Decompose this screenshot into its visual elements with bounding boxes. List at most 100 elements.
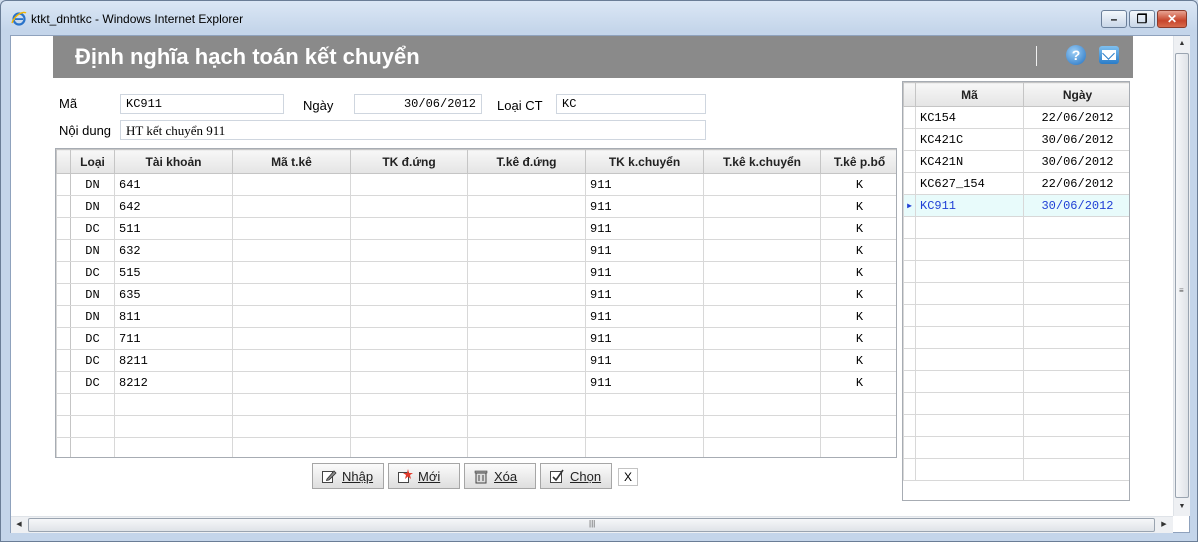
table-cell[interactable]: K: [820, 283, 896, 306]
table-cell[interactable]: [232, 371, 351, 394]
list-cell[interactable]: [1023, 238, 1129, 261]
table-cell[interactable]: 515: [114, 261, 233, 284]
help-icon[interactable]: ?: [1066, 45, 1086, 65]
table-cell[interactable]: 911: [585, 195, 704, 218]
list-item[interactable]: [903, 304, 1129, 327]
loaict-field[interactable]: KC: [556, 94, 706, 114]
list-cell[interactable]: [915, 260, 1024, 283]
row-selector[interactable]: [903, 106, 916, 129]
table-cell[interactable]: [70, 415, 115, 438]
list-item[interactable]: [903, 260, 1129, 283]
table-cell[interactable]: DC: [70, 327, 115, 350]
list-cell[interactable]: [903, 436, 916, 459]
table-row[interactable]: [56, 393, 896, 416]
list-cell[interactable]: [915, 238, 1024, 261]
list-cell[interactable]: [1023, 326, 1129, 349]
list-column-header[interactable]: Ngày: [1023, 82, 1129, 107]
table-cell[interactable]: 911: [585, 173, 704, 196]
table-cell[interactable]: 811: [114, 305, 233, 328]
table-cell[interactable]: [232, 349, 351, 372]
table-cell[interactable]: [114, 437, 233, 457]
table-cell[interactable]: [820, 437, 896, 457]
table-cell[interactable]: [350, 437, 468, 457]
table-cell[interactable]: [703, 327, 821, 350]
table-cell[interactable]: [114, 415, 233, 438]
table-cell[interactable]: K: [820, 261, 896, 284]
table-cell[interactable]: [585, 415, 704, 438]
column-header[interactable]: Loại: [70, 149, 115, 174]
list-cell[interactable]: [903, 414, 916, 437]
list-cell[interactable]: [915, 458, 1024, 481]
list-item[interactable]: KC154 22/06/2012: [903, 106, 1129, 129]
list-cell[interactable]: [915, 414, 1024, 437]
list-cell[interactable]: [1023, 414, 1129, 437]
list-cell[interactable]: [1023, 370, 1129, 393]
table-cell[interactable]: K: [820, 327, 896, 350]
list-cell[interactable]: [915, 436, 1024, 459]
list-cell[interactable]: [915, 348, 1024, 371]
table-cell[interactable]: [703, 415, 821, 438]
table-cell[interactable]: K: [820, 305, 896, 328]
table-cell[interactable]: [350, 327, 468, 350]
table-cell[interactable]: [350, 305, 468, 328]
list-cell[interactable]: [915, 326, 1024, 349]
table-cell[interactable]: [820, 393, 896, 416]
table-row[interactable]: DN 811 911 K: [56, 305, 896, 328]
list-cell[interactable]: [1023, 260, 1129, 283]
mail-icon[interactable]: [1099, 46, 1119, 64]
table-cell[interactable]: [232, 437, 351, 457]
list-column-header[interactable]: Mã: [915, 82, 1024, 107]
table-cell[interactable]: [467, 195, 586, 218]
list-cell[interactable]: [903, 238, 916, 261]
list-cell[interactable]: [1023, 304, 1129, 327]
row-selector[interactable]: [56, 283, 71, 306]
table-cell[interactable]: 911: [585, 217, 704, 240]
table-cell[interactable]: DC: [70, 217, 115, 240]
restore-button[interactable]: ❐: [1129, 10, 1155, 28]
table-cell[interactable]: 911: [585, 283, 704, 306]
table-cell[interactable]: DC: [70, 261, 115, 284]
table-cell[interactable]: [232, 261, 351, 284]
table-cell[interactable]: 635: [114, 283, 233, 306]
list-cell[interactable]: [1023, 348, 1129, 371]
table-row[interactable]: DN 641 911 K: [56, 173, 896, 196]
table-cell[interactable]: [350, 283, 468, 306]
table-cell[interactable]: 8211: [114, 349, 233, 372]
table-cell[interactable]: 511: [114, 217, 233, 240]
voucher-list[interactable]: Mã Ngày KC154 22/06/2012 KC421C 30/06/2012 KC…: [902, 81, 1130, 501]
table-cell[interactable]: [703, 393, 821, 416]
table-cell[interactable]: [350, 415, 468, 438]
table-cell[interactable]: DN: [70, 239, 115, 262]
table-cell[interactable]: [232, 305, 351, 328]
table-cell[interactable]: 711: [114, 327, 233, 350]
table-cell[interactable]: [703, 195, 821, 218]
table-cell[interactable]: K: [820, 173, 896, 196]
row-selector[interactable]: [56, 195, 71, 218]
table-cell[interactable]: DN: [70, 195, 115, 218]
xoa-button[interactable]: Xóa: [464, 463, 536, 489]
list-item[interactable]: [903, 348, 1129, 371]
table-row[interactable]: DN 632 911 K: [56, 239, 896, 262]
moi-button[interactable]: Mới: [388, 463, 460, 489]
x-button[interactable]: X: [618, 468, 638, 486]
table-cell[interactable]: 911: [585, 261, 704, 284]
list-cell[interactable]: KC421N: [915, 150, 1024, 173]
table-cell[interactable]: [467, 415, 586, 438]
row-selector[interactable]: [56, 239, 71, 262]
table-cell[interactable]: [232, 327, 351, 350]
table-cell[interactable]: 911: [585, 371, 704, 394]
row-selector[interactable]: [56, 371, 71, 394]
list-cell[interactable]: [915, 282, 1024, 305]
table-cell[interactable]: [467, 261, 586, 284]
list-cell[interactable]: [903, 260, 916, 283]
ma-field[interactable]: KC911: [120, 94, 284, 114]
row-selector[interactable]: [903, 150, 916, 173]
list-cell[interactable]: [1023, 436, 1129, 459]
table-cell[interactable]: [350, 217, 468, 240]
table-cell[interactable]: [703, 261, 821, 284]
table-cell[interactable]: 911: [585, 327, 704, 350]
close-button[interactable]: ✕: [1157, 10, 1187, 28]
column-header[interactable]: T.kê đ.ứng: [467, 149, 586, 174]
table-row[interactable]: DC 8211 911 K: [56, 349, 896, 372]
table-cell[interactable]: [585, 393, 704, 416]
